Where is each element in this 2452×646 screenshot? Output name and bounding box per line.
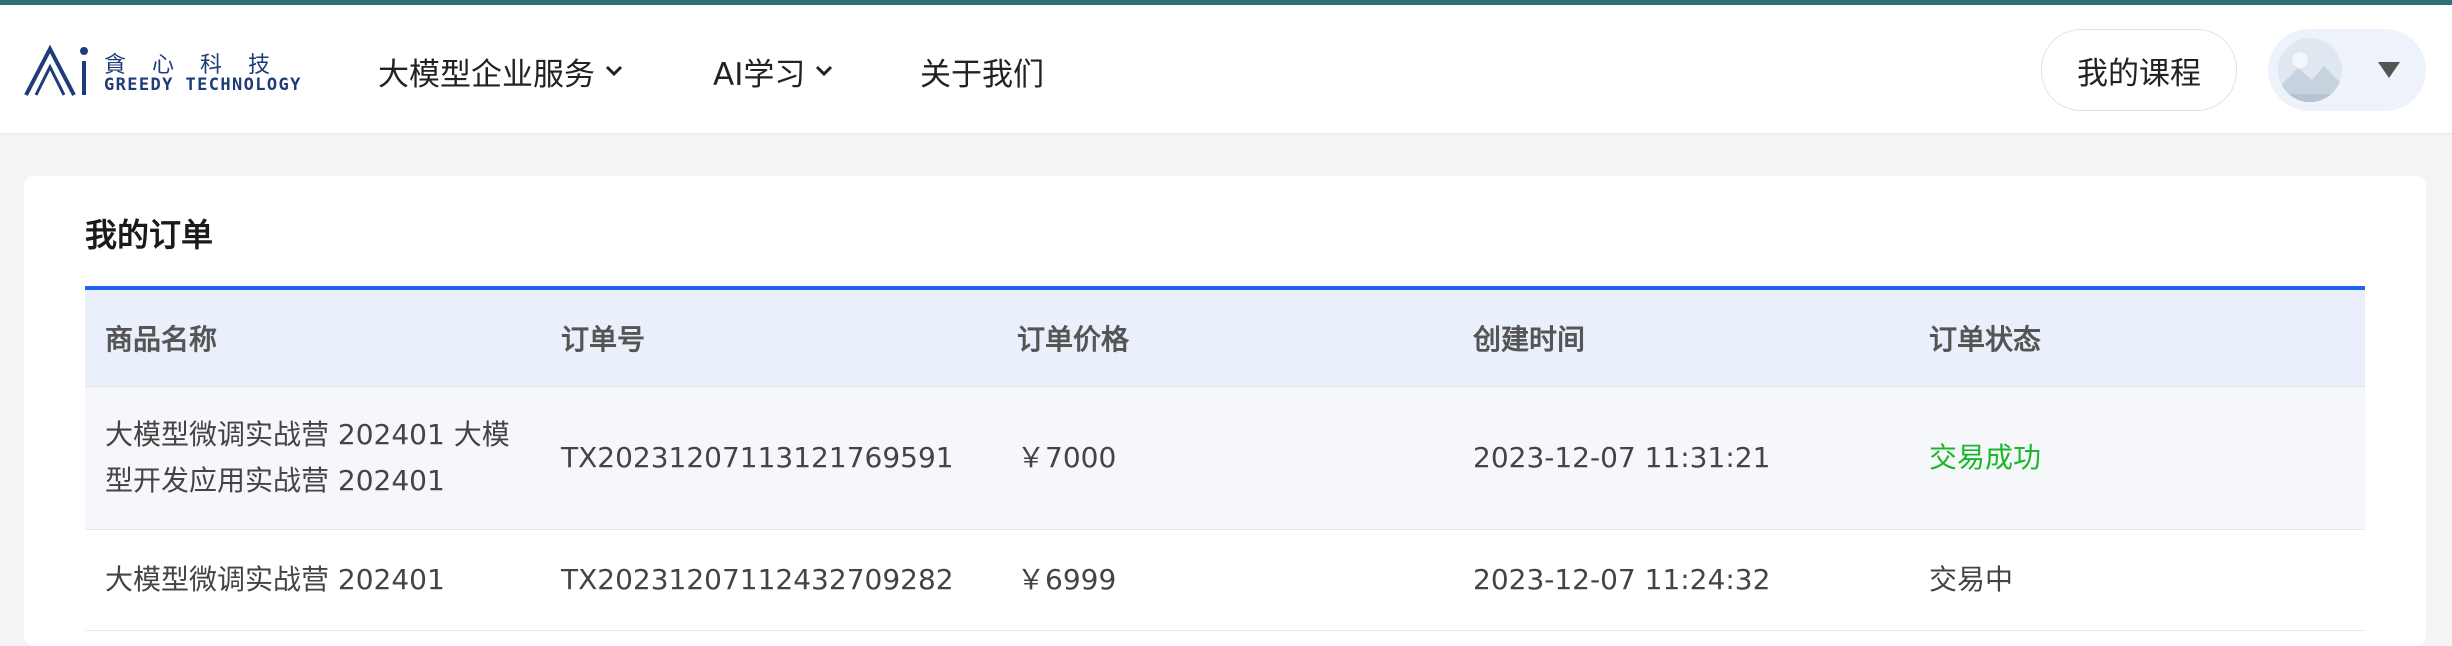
created-time: 2023-12-07 11:24:32 xyxy=(1473,563,1771,596)
order-number: TX20231207112432709282 xyxy=(561,563,954,596)
status-badge: 交易成功 xyxy=(1929,441,2042,474)
column-header-order-no: 订单号 xyxy=(561,323,646,356)
nav-item-ai-learning[interactable]: AI学习 xyxy=(713,49,835,93)
order-number: TX20231207113121769591 xyxy=(561,441,954,474)
created-time: 2023-12-07 11:31:21 xyxy=(1473,441,1771,474)
brand-logo[interactable]: 貪心科技 GREEDY TECHNOLOGY xyxy=(24,43,304,103)
avatar xyxy=(2278,38,2342,102)
page-title: 我的订单 xyxy=(85,216,214,254)
table-row[interactable]: 大模型微调实战营 202401 TX20231207112432709282 ￥… xyxy=(85,530,2365,631)
nav-item-enterprise[interactable]: 大模型企业服务 xyxy=(378,49,625,93)
product-name: 大模型微调实战营 202401 大模型开发应用实战营 202401 xyxy=(105,418,510,497)
my-courses-button[interactable]: 我的课程 xyxy=(2041,29,2237,111)
column-header-created: 创建时间 xyxy=(1473,323,1586,356)
chevron-down-icon xyxy=(605,65,623,77)
orders-card: 我的订单 商品名称 订单号 订单价格 创建时间 订单状态 大模型微调实战营 20… xyxy=(24,176,2426,646)
nav-item-label: 关于我们 xyxy=(920,56,1044,93)
nav-item-label: 大模型企业服务 xyxy=(378,56,595,93)
brand-en-name: GREEDY TECHNOLOGY xyxy=(104,75,302,95)
caret-down-icon xyxy=(2378,62,2400,78)
order-price: ￥6999 xyxy=(1017,563,1117,596)
chevron-down-icon xyxy=(816,65,833,77)
table-header: 商品名称 订单号 订单价格 创建时间 订单状态 xyxy=(85,286,2365,387)
user-menu[interactable] xyxy=(2268,29,2426,111)
orders-table: 商品名称 订单号 订单价格 创建时间 订单状态 大模型微调实战营 202401 … xyxy=(85,286,2365,631)
nav-item-label: AI学习 xyxy=(713,56,806,93)
column-header-name: 商品名称 xyxy=(105,323,218,356)
greedy-ai-logo-icon xyxy=(24,44,88,96)
product-name: 大模型微调实战营 202401 xyxy=(105,563,445,596)
navbar: 貪心科技 GREEDY TECHNOLOGY 大模型企业服务 AI学习 关于我们… xyxy=(0,5,2452,134)
column-header-price: 订单价格 xyxy=(1017,323,1130,356)
nav-item-about[interactable]: 关于我们 xyxy=(920,49,1044,93)
order-price: ￥7000 xyxy=(1017,441,1117,474)
table-row[interactable]: 大模型微调实战营 202401 大模型开发应用实战营 202401 TX2023… xyxy=(85,387,2365,530)
status-badge: 交易中 xyxy=(1929,563,2014,596)
avatar-image-icon xyxy=(2278,38,2342,102)
column-header-status: 订单状态 xyxy=(1929,323,2042,356)
